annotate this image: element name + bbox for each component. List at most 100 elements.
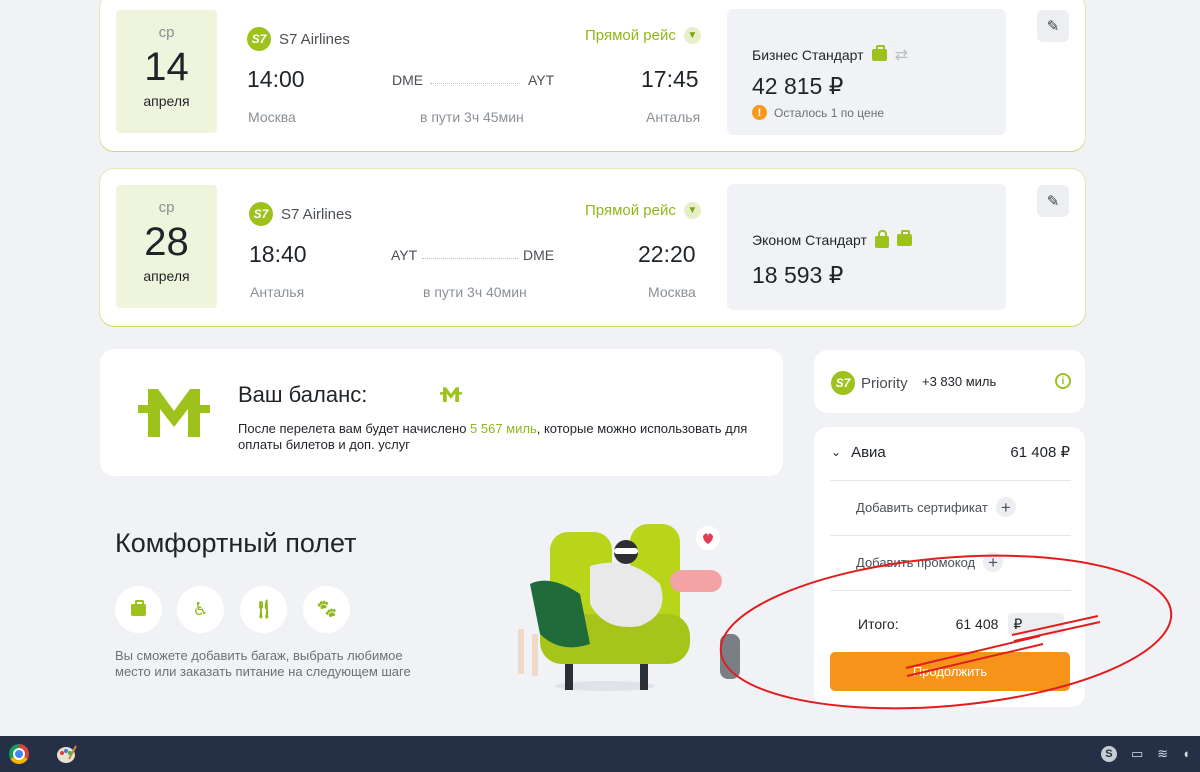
balance-text-before: После перелета вам будет начислено xyxy=(238,421,471,436)
baggage-shape xyxy=(131,599,146,616)
fare-warning: ! Осталось 1 по цене xyxy=(752,105,884,120)
arrival-time: 17:45 xyxy=(641,66,699,92)
divider xyxy=(830,480,1071,481)
avia-label: Авиа xyxy=(851,443,886,461)
wifi-icon[interactable]: ≋ xyxy=(1157,746,1168,762)
avia-toggle[interactable]: ⌄ Авиа xyxy=(831,444,886,461)
avia-price: 61 408 ₽ xyxy=(1010,444,1070,461)
total-currency: ₽ xyxy=(1008,613,1065,635)
paint-icon[interactable] xyxy=(55,743,77,765)
plus-icon[interactable]: + xyxy=(995,497,1016,517)
seat-icon: ♿︎ xyxy=(177,586,224,633)
direct-flight-label: Прямой рейс xyxy=(585,202,676,219)
departure-city: Москва xyxy=(248,109,296,125)
flight-card-return: ср 28 апреля S7 S7 Airlines Прямой рейс … xyxy=(100,169,1085,326)
earned-miles: 5 567 миль xyxy=(470,421,537,436)
balance-description: После перелета вам будет начислено 5 567… xyxy=(238,421,778,453)
divider xyxy=(830,590,1071,591)
chevron-down-icon: ⌄ xyxy=(831,445,842,459)
flight-date: ср 28 апреля xyxy=(116,185,217,308)
arrival-time: 22:20 xyxy=(638,241,696,267)
airline-name: S7 Airlines xyxy=(279,30,350,48)
comfort-description: Вы сможете добавить багаж, выбрать любим… xyxy=(115,648,411,679)
airline: S7 S7 Airlines xyxy=(249,202,352,226)
add-certificate-row[interactable]: Добавить сертификат + xyxy=(856,497,1070,517)
direct-flight-toggle[interactable]: Прямой рейс ▼ xyxy=(585,202,701,219)
chevron-down-icon: ▼ xyxy=(683,27,701,44)
continue-button[interactable]: Продолжить xyxy=(830,652,1070,691)
add-promo-row[interactable]: Добавить промокод + xyxy=(856,552,1070,572)
departure-city: Анталья xyxy=(250,284,305,300)
system-tray: S ▭ ≋ ◖ xyxy=(1100,746,1190,762)
fare-price: 42 815 ₽ xyxy=(752,73,844,99)
exchange-icon: ⇄ xyxy=(894,47,908,64)
miles-m-logo-icon xyxy=(138,389,210,437)
miles-m-icon xyxy=(440,387,462,402)
weekday: ср xyxy=(158,199,175,216)
fare-name-label: Эконом Стандарт xyxy=(752,232,867,248)
total-label: Итого: xyxy=(858,616,899,632)
month: апреля xyxy=(143,268,190,284)
battery-icon[interactable]: ▭ xyxy=(1131,746,1143,762)
comfort-title: Комфортный полет xyxy=(115,528,357,558)
order-summary: ⌄ Авиа 61 408 ₽ Добавить сертификат + До… xyxy=(814,427,1085,707)
direct-flight-label: Прямой рейс xyxy=(585,27,676,44)
chevron-down-icon: ▼ xyxy=(683,202,701,219)
month: апреля xyxy=(143,93,190,109)
fare-box[interactable]: Эконом Стандарт 18 593 ₽ xyxy=(727,184,1006,310)
s7-logo-icon: S7 xyxy=(249,202,273,226)
plus-icon[interactable]: + xyxy=(983,552,1004,572)
direct-flight-toggle[interactable]: Прямой рейс ▼ xyxy=(585,27,701,44)
miles-balance-card: Ваш баланс: После перелета вам будет нач… xyxy=(100,349,783,476)
departure-code: AYT xyxy=(391,247,418,263)
arrival-code: DME xyxy=(523,247,555,263)
s7-logo-icon: S7 xyxy=(831,371,855,395)
fare-name: Бизнес Стандарт ⇄ xyxy=(752,45,908,65)
balance-title: Ваш баланс: xyxy=(238,382,368,407)
avia-row[interactable]: ⌄ Авиа 61 408 ₽ xyxy=(831,443,1070,462)
departure-time: 14:00 xyxy=(247,66,305,92)
arrival-city: Анталья xyxy=(646,109,701,125)
route-line xyxy=(422,258,518,259)
baggage-icon xyxy=(115,586,162,633)
fare-box[interactable]: Бизнес Стандарт ⇄ 42 815 ₽ ! Осталось 1 … xyxy=(727,9,1006,135)
day-number: 14 xyxy=(144,45,189,89)
total-value: 61 408 xyxy=(955,616,999,632)
flight-date: ср 14 апреля xyxy=(116,10,217,133)
flight-duration: в пути 3ч 40мин xyxy=(423,284,527,300)
chrome-icon[interactable] xyxy=(9,744,29,764)
airline: S7 S7 Airlines xyxy=(247,27,350,51)
total-row: Итого: 61 408 ₽ xyxy=(858,613,1070,635)
pencil-icon: ✎ xyxy=(1046,193,1060,210)
edit-flight-button[interactable]: ✎ xyxy=(1037,10,1069,42)
flight-card-outbound: ср 14 апреля S7 S7 Airlines Прямой рейс … xyxy=(100,0,1085,151)
baggage-icon xyxy=(871,45,887,61)
flight-duration: в пути 3ч 45мин xyxy=(420,109,524,125)
passenger-illustration xyxy=(518,524,740,691)
info-icon[interactable]: i xyxy=(1055,373,1071,389)
s7-logo-icon: S7 xyxy=(247,27,271,51)
hand-luggage-icon xyxy=(874,230,889,248)
edit-flight-button[interactable]: ✎ xyxy=(1037,185,1069,217)
priority-miles: +3 830 миль xyxy=(922,374,997,389)
route-line xyxy=(430,83,520,84)
arrival-code: AYT xyxy=(528,72,555,88)
fare-name-label: Бизнес Стандарт xyxy=(752,47,864,63)
fare-warning-text: Осталось 1 по цене xyxy=(774,105,884,120)
baggage-icon xyxy=(896,230,912,246)
fare-name: Эконом Стандарт xyxy=(752,230,912,248)
day-number: 28 xyxy=(144,220,189,264)
fare-price: 18 593 ₽ xyxy=(752,262,844,288)
os-taskbar: S ▭ ≋ ◖ xyxy=(0,736,1200,772)
add-promo-label: Добавить промокод xyxy=(856,554,976,570)
divider xyxy=(830,535,1071,536)
arrival-city: Москва xyxy=(648,284,696,300)
meal-icon: 🍴︎ xyxy=(240,586,287,633)
pencil-icon: ✎ xyxy=(1046,18,1060,35)
skype-icon[interactable]: S xyxy=(1100,746,1117,762)
priority-logo: S7 Priority xyxy=(831,371,908,395)
warning-icon: ! xyxy=(752,105,767,120)
weekday: ср xyxy=(158,24,175,41)
add-certificate-label: Добавить сертификат xyxy=(856,499,988,515)
volume-icon[interactable]: ◖ xyxy=(1182,746,1190,762)
